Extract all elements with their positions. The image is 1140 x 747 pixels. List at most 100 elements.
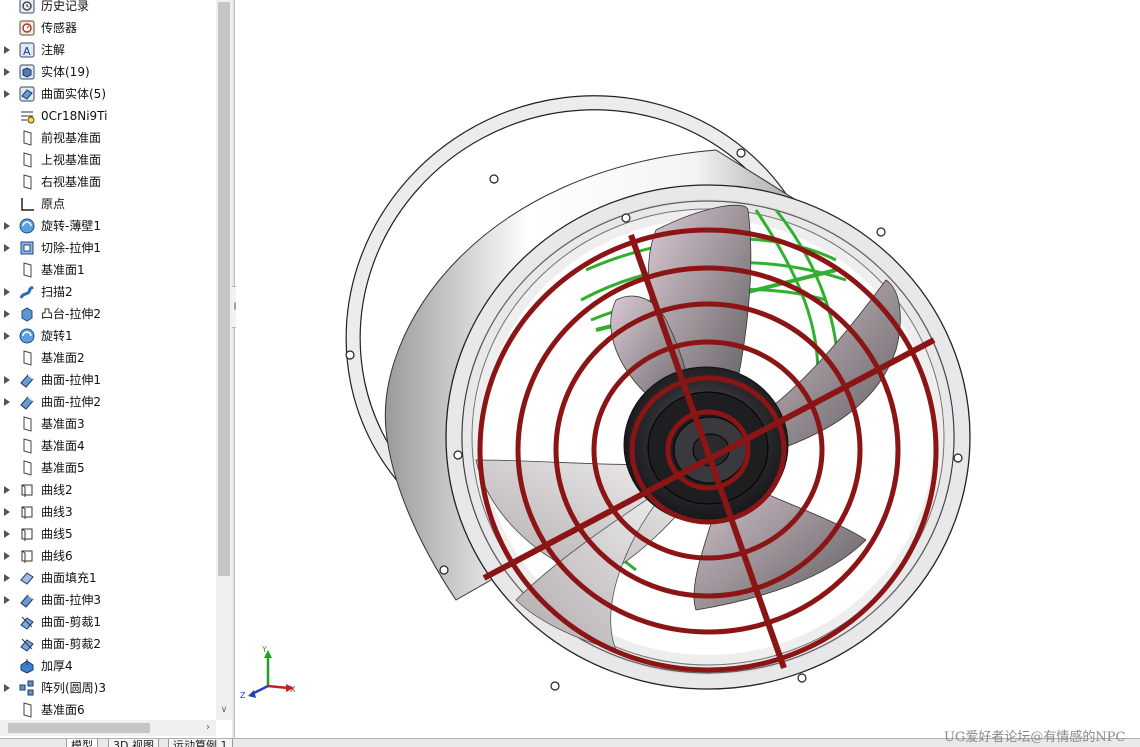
surface-trim-icon xyxy=(17,613,37,631)
no-expand-spacer xyxy=(0,611,14,633)
tree-item[interactable]: 旋转1 xyxy=(0,325,216,347)
curve-icon xyxy=(17,503,37,521)
tree-item-label: 历史记录 xyxy=(41,0,90,13)
surface-fill-icon xyxy=(17,569,37,587)
no-expand-spacer xyxy=(0,0,14,17)
no-expand-spacer xyxy=(0,193,14,215)
revolve-icon xyxy=(17,327,37,345)
tree-item[interactable]: 前视基准面 xyxy=(0,127,216,149)
tree-item[interactable]: 曲面填充1 xyxy=(0,567,216,589)
tree-item[interactable]: 传感器 xyxy=(0,17,216,39)
plane-icon xyxy=(17,437,37,455)
tree-item-label: 曲线2 xyxy=(41,483,73,497)
expand-arrow-icon[interactable] xyxy=(0,677,14,699)
plane-icon xyxy=(17,173,37,191)
no-expand-spacer xyxy=(0,347,14,369)
no-expand-spacer xyxy=(0,413,14,435)
tree-item-label: 曲线5 xyxy=(41,527,73,541)
tree-item-label: 基准面3 xyxy=(41,417,85,431)
tree-item-label: 基准面5 xyxy=(41,461,85,475)
vertical-scroll-thumb[interactable] xyxy=(218,2,230,576)
tree-item[interactable]: 曲面-拉伸3 xyxy=(0,589,216,611)
expand-arrow-icon[interactable] xyxy=(0,303,14,325)
expand-arrow-icon[interactable] xyxy=(0,391,14,413)
tree-item[interactable]: 历史记录 xyxy=(0,0,216,17)
expand-arrow-icon[interactable] xyxy=(0,369,14,391)
no-expand-spacer xyxy=(0,699,14,721)
tree-item[interactable]: 凸台-拉伸2 xyxy=(0,303,216,325)
tree-item[interactable]: 基准面2 xyxy=(0,347,216,369)
tree-item[interactable]: 基准面3 xyxy=(0,413,216,435)
tree-item[interactable]: 曲面-拉伸2 xyxy=(0,391,216,413)
tree-item[interactable]: 基准面1 xyxy=(0,259,216,281)
expand-arrow-icon[interactable] xyxy=(0,501,14,523)
tree-item[interactable]: 基准面4 xyxy=(0,435,216,457)
tree-item[interactable]: 加厚4 xyxy=(0,655,216,677)
expand-arrow-icon[interactable] xyxy=(0,589,14,611)
boss-extrude-icon xyxy=(17,305,37,323)
tree-item-label: 曲面-剪裁2 xyxy=(41,637,101,651)
tree-item[interactable]: 原点 xyxy=(0,193,216,215)
tree-item-label: 曲面-拉伸3 xyxy=(41,593,101,607)
no-expand-spacer xyxy=(0,655,14,677)
tree-item[interactable]: 曲面-拉伸1 xyxy=(0,369,216,391)
tree-item[interactable]: 上视基准面 xyxy=(0,149,216,171)
feature-manager-tree[interactable]: 历史记录传感器 A 注解 实体(19) 曲面实体(5) 0Cr18Ni9Ti 前视基准面上视… xyxy=(0,0,232,738)
horizontal-scroll-thumb[interactable] xyxy=(8,723,150,733)
tree-item[interactable]: 曲面实体(5) xyxy=(0,83,216,105)
tree-item[interactable]: 曲线6 xyxy=(0,545,216,567)
tree-item[interactable]: 切除-拉伸1 xyxy=(0,237,216,259)
expand-arrow-icon[interactable] xyxy=(0,545,14,567)
tree-item-label: 右视基准面 xyxy=(41,175,102,189)
graphics-viewport[interactable] xyxy=(236,0,1140,738)
tree-item-label: 曲面填充1 xyxy=(41,571,97,585)
fan-3d-model[interactable] xyxy=(236,0,1140,738)
tree-item[interactable]: 实体(19) xyxy=(0,61,216,83)
tree-item[interactable]: 基准面6 xyxy=(0,699,216,721)
expand-arrow-icon[interactable] xyxy=(0,39,14,61)
tree-item[interactable]: 曲面-剪裁2 xyxy=(0,633,216,655)
tree-item[interactable]: 曲线3 xyxy=(0,501,216,523)
tree-item[interactable]: 基准面5 xyxy=(0,457,216,479)
scroll-right-arrow-icon[interactable]: › xyxy=(202,720,214,736)
tree-item-label: 基准面1 xyxy=(41,263,85,277)
panel-splitter[interactable] xyxy=(232,0,235,738)
tree-item[interactable]: 扫描2 xyxy=(0,281,216,303)
expand-arrow-icon[interactable] xyxy=(0,281,14,303)
tree-item[interactable]: 阵列(圆周)3 xyxy=(0,677,216,699)
expand-arrow-icon[interactable] xyxy=(0,83,14,105)
circular-pattern-icon xyxy=(17,679,37,697)
plane-icon xyxy=(17,701,37,719)
plane-icon xyxy=(17,261,37,279)
expand-arrow-icon[interactable] xyxy=(0,523,14,545)
expand-arrow-icon[interactable] xyxy=(0,237,14,259)
plane-icon xyxy=(17,151,37,169)
z-axis-label: Z xyxy=(240,691,246,700)
tree-item-label: 加厚4 xyxy=(41,659,73,673)
tree-item[interactable]: 旋转-薄壁1 xyxy=(0,215,216,237)
scroll-down-arrow-icon[interactable]: ∨ xyxy=(218,704,230,716)
thicken-icon xyxy=(17,657,37,675)
tree-item[interactable]: 曲线2 xyxy=(0,479,216,501)
expand-arrow-icon[interactable] xyxy=(0,567,14,589)
tree-item-label: 曲线3 xyxy=(41,505,73,519)
tree-item-label: 曲面-拉伸2 xyxy=(41,395,101,409)
tree-item-label: 曲面-拉伸1 xyxy=(41,373,101,387)
tree-horizontal-scrollbar[interactable]: › xyxy=(0,720,216,736)
tree-item-label: 旋转-薄壁1 xyxy=(41,219,101,233)
tree-item[interactable]: 右视基准面 xyxy=(0,171,216,193)
tree-item-label: 注解 xyxy=(41,43,66,57)
expand-arrow-icon[interactable] xyxy=(0,479,14,501)
tree-item[interactable]: 曲面-剪裁1 xyxy=(0,611,216,633)
no-expand-spacer xyxy=(0,259,14,281)
solid-bodies-icon xyxy=(17,63,37,81)
expand-arrow-icon[interactable] xyxy=(0,215,14,237)
tree-vertical-scrollbar[interactable]: ∨ xyxy=(216,0,232,720)
tree-item-label: 前视基准面 xyxy=(41,131,102,145)
tree-item[interactable]: 曲线5 xyxy=(0,523,216,545)
tree-item[interactable]: 0Cr18Ni9Ti xyxy=(0,105,216,127)
surface-extrude-icon xyxy=(17,591,37,609)
tree-item[interactable]: A 注解 xyxy=(0,39,216,61)
expand-arrow-icon[interactable] xyxy=(0,61,14,83)
expand-arrow-icon[interactable] xyxy=(0,325,14,347)
